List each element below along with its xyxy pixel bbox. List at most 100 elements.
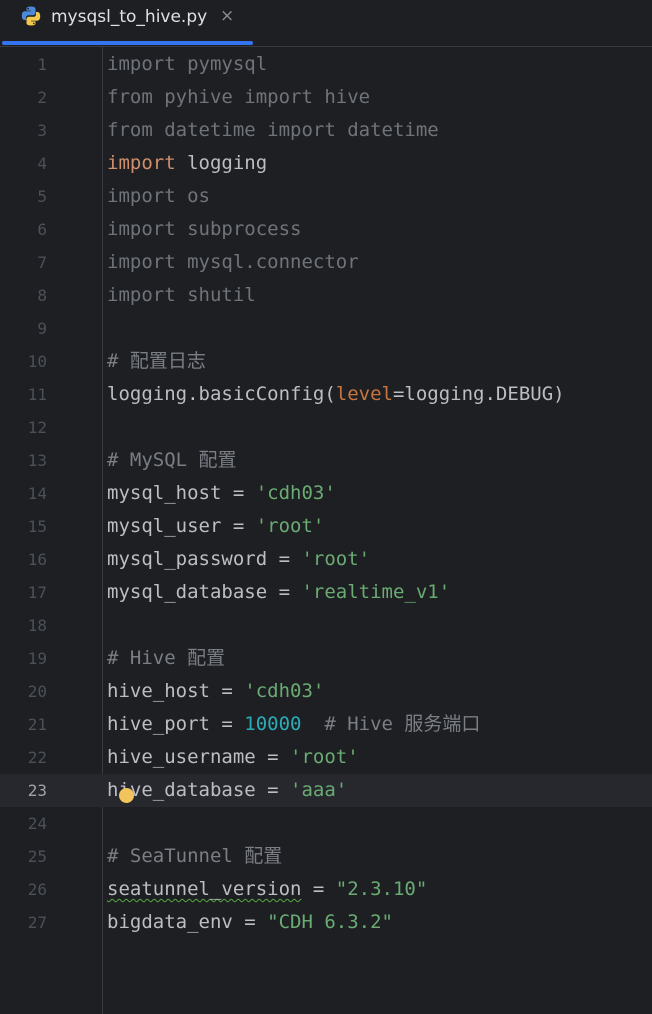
code-text: # Hive 配置: [107, 642, 225, 675]
code-line[interactable]: 2 from pyhive import hive: [0, 81, 652, 114]
code-line[interactable]: 21 hive_port = 10000 # Hive 服务端口: [0, 708, 652, 741]
line-number: 17: [27, 583, 47, 602]
code-line[interactable]: 10 # 配置日志: [0, 345, 652, 378]
code-token: hive_host =: [107, 680, 245, 702]
code-line[interactable]: 11 logging.basicConfig(level=logging.DEBU…: [0, 378, 652, 411]
code-line[interactable]: 18: [0, 609, 652, 642]
code-token: hive_port =: [107, 713, 245, 735]
code-line[interactable]: 24: [0, 807, 652, 840]
code-line[interactable]: 12: [0, 411, 652, 444]
code-token: # Hive 配置: [107, 647, 226, 669]
code-text: import mysql.connector: [107, 246, 359, 279]
code-token: hive_database =: [107, 779, 291, 801]
code-token: 'root': [301, 548, 371, 570]
active-tab-indicator: [2, 41, 253, 45]
code-text: import pymysql: [107, 48, 267, 81]
line-number: 13: [27, 451, 47, 470]
code-text: from datetime import datetime: [107, 114, 439, 147]
code-token: 'cdh03': [244, 680, 325, 702]
line-number: 19: [27, 649, 47, 668]
code-line[interactable]: 13 # MySQL 配置: [0, 444, 652, 477]
code-text: hive_host = 'cdh03': [107, 675, 324, 708]
line-number: 24: [27, 814, 47, 833]
code-token: 'root': [290, 746, 359, 768]
code-token: seatunnel_version: [107, 878, 302, 900]
code-line[interactable]: 3 from datetime import datetime: [0, 114, 652, 147]
line-number: 26: [27, 880, 47, 899]
code-token: logging.basicConfig(: [107, 383, 336, 405]
code-token: =: [301, 878, 336, 900]
close-icon[interactable]: ×: [220, 6, 234, 26]
code-line[interactable]: 25 # SeaTunnel 配置: [0, 840, 652, 873]
line-number: 15: [27, 517, 47, 536]
code-line[interactable]: 19 # Hive 配置: [0, 642, 652, 675]
code-text: hive_username = 'root': [107, 741, 359, 774]
code-token: # 配置日志: [107, 350, 206, 372]
code-token: 'cdh03': [255, 482, 336, 504]
code-token: 'realtime_v1': [301, 581, 451, 603]
code-line[interactable]: 4 import logging: [0, 147, 652, 180]
line-number: 10: [27, 352, 47, 371]
code-token: mysql_host =: [107, 482, 256, 504]
code-text: hive_database = 'aaa': [107, 774, 347, 807]
code-line[interactable]: 20 hive_host = 'cdh03': [0, 675, 652, 708]
code-lines: 1 import pymysql 2 from pyhive import hive 3…: [0, 48, 652, 939]
line-number: 20: [27, 682, 47, 701]
code-line[interactable]: 27 bigdata_env = "CDH 6.3.2": [0, 906, 652, 939]
code-text: logging.basicConfig(level=logging.DEBUG): [107, 378, 565, 411]
code-token: # Hive 服务端口: [301, 713, 481, 735]
code-line[interactable]: 26 seatunnel_version = "2.3.10": [0, 873, 652, 906]
code-token: mysql_password =: [107, 548, 302, 570]
code-text: import logging: [107, 147, 267, 180]
code-token: "CDH 6.3.2": [267, 911, 393, 933]
code-line[interactable]: 17 mysql_database = 'realtime_v1': [0, 576, 652, 609]
code-token: bigdata_env =: [107, 911, 268, 933]
code-token: level: [335, 383, 393, 405]
code-text: bigdata_env = "CDH 6.3.2": [107, 906, 393, 939]
code-line[interactable]: 7 import mysql.connector: [0, 246, 652, 279]
code-line[interactable]: 23 hive_database = 'aaa': [0, 774, 652, 807]
code-line[interactable]: 1 import pymysql: [0, 48, 652, 81]
code-line[interactable]: 16 mysql_password = 'root': [0, 543, 652, 576]
code-line[interactable]: 9: [0, 312, 652, 345]
code-token: 'aaa': [290, 779, 348, 801]
code-token: import shutil: [107, 284, 256, 306]
editor-tab-bar: mysqsl_to_hive.py ×: [0, 0, 652, 47]
code-line[interactable]: 15 mysql_user = 'root': [0, 510, 652, 543]
line-number: 27: [27, 913, 47, 932]
code-line[interactable]: 8 import shutil: [0, 279, 652, 312]
line-number: 16: [27, 550, 47, 569]
code-text: hive_port = 10000 # Hive 服务端口: [107, 708, 480, 741]
line-number: 2: [37, 88, 47, 107]
code-token: =logging.DEBUG): [392, 383, 565, 405]
lightbulb-icon[interactable]: [119, 788, 134, 803]
code-line[interactable]: 5 import os: [0, 180, 652, 213]
code-text: import shutil: [107, 279, 256, 312]
python-icon: [20, 5, 42, 27]
code-token: from pyhive import hive: [107, 86, 371, 108]
file-tab[interactable]: mysqsl_to_hive.py ×: [0, 0, 253, 47]
code-token: import: [107, 152, 176, 174]
line-number: 18: [27, 616, 47, 635]
code-line[interactable]: 14 mysql_host = 'cdh03': [0, 477, 652, 510]
code-text: mysql_password = 'root': [107, 543, 370, 576]
code-token: from datetime import datetime: [107, 119, 439, 141]
code-token: mysql_database =: [107, 581, 302, 603]
line-number: 12: [27, 418, 47, 437]
code-line[interactable]: 22 hive_username = 'root': [0, 741, 652, 774]
line-number: 22: [27, 748, 47, 767]
line-number: 3: [37, 121, 47, 140]
code-token: import subprocess: [107, 218, 302, 240]
code-editor[interactable]: 1 import pymysql 2 from pyhive import hive 3…: [0, 47, 652, 1014]
code-token: import mysql.connector: [107, 251, 359, 273]
code-token: import pymysql: [107, 53, 268, 75]
line-number: 7: [37, 253, 47, 272]
code-line[interactable]: 6 import subprocess: [0, 213, 652, 246]
code-token: # SeaTunnel 配置: [107, 845, 283, 867]
code-token: hive_username =: [107, 746, 291, 768]
code-text: # 配置日志: [107, 345, 206, 378]
code-text: from pyhive import hive: [107, 81, 370, 114]
line-number: 14: [27, 484, 47, 503]
line-number: 8: [37, 286, 47, 305]
line-number: 11: [27, 385, 47, 404]
